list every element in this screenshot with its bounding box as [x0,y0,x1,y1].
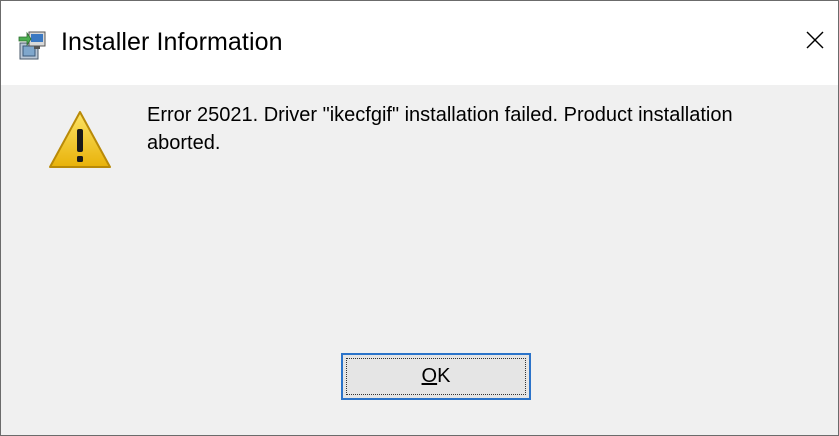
warning-icon [49,111,111,168]
window-title: Installer Information [61,28,283,56]
installer-information-dialog: Installer Information Error 25021. Drive… [0,0,839,436]
ok-button[interactable]: OK [341,353,531,400]
close-button[interactable] [792,15,838,65]
error-message: Error 25021. Driver "ikecfgif" installat… [147,104,733,154]
ok-button-label: OK [422,365,451,388]
close-icon [806,31,824,49]
ok-mnemonic: O [421,365,438,387]
title-bar[interactable]: Installer Information [1,1,838,85]
ok-label-rest: K [437,365,451,387]
installer-package-icon [18,31,46,60]
